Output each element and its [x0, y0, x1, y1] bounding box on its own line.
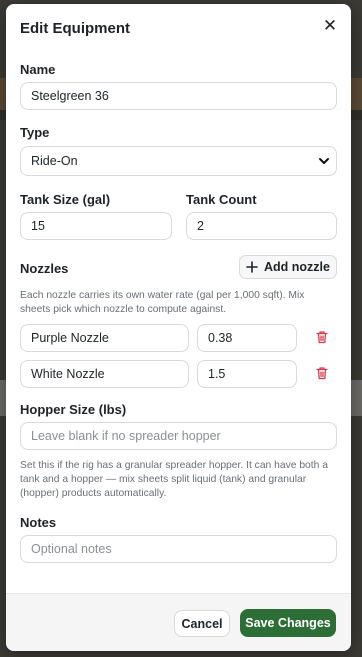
trash-icon[interactable] — [315, 366, 329, 380]
tank-count-label: Tank Count — [186, 192, 257, 207]
tank-size-input[interactable]: 15 — [20, 212, 172, 240]
hopper-size-label: Hopper Size (lbs) — [20, 402, 127, 417]
hopper-size-input[interactable]: Leave blank if no spreader hopper — [20, 422, 337, 450]
add-nozzle-label: Add nozzle — [264, 260, 330, 274]
close-button[interactable]: ✕ — [321, 16, 339, 34]
close-icon: ✕ — [322, 15, 338, 35]
notes-label: Notes — [20, 515, 57, 530]
tank-size-label: Tank Size (gal) — [20, 192, 111, 207]
cancel-button[interactable]: Cancel — [174, 610, 230, 637]
name-input[interactable]: Steelgreen 36 — [20, 82, 337, 110]
nozzles-help-text: Each nozzle carries its own water rate (… — [20, 290, 305, 315]
nozzle-name-input[interactable]: Purple Nozzle — [20, 324, 189, 352]
nozzle-rate-input[interactable]: 0.38 — [197, 324, 297, 352]
notes-input[interactable]: Optional notes — [20, 535, 337, 563]
add-nozzle-button[interactable]: Add nozzle — [239, 255, 337, 279]
save-changes-button[interactable]: Save Changes — [240, 609, 336, 637]
edit-equipment-modal: Edit Equipment ✕ Name Steelgreen 36 Type… — [6, 4, 351, 651]
plus-icon — [246, 261, 258, 273]
nozzle-rate-input[interactable]: 1.5 — [197, 360, 297, 388]
tank-count-input[interactable]: 2 — [186, 212, 337, 240]
nozzle-name-input[interactable]: White Nozzle — [20, 360, 189, 388]
type-label: Type — [20, 125, 50, 140]
nozzles-label: Nozzles — [20, 261, 69, 276]
type-select-value: Ride-On — [31, 154, 78, 168]
type-select[interactable]: Ride-On — [20, 146, 337, 176]
modal-title: Edit Equipment — [20, 20, 130, 37]
hopper-help-text: Set this if the rig has a granular sprea… — [20, 460, 328, 499]
trash-icon[interactable] — [315, 330, 329, 344]
chevron-down-icon — [319, 158, 329, 164]
name-label: Name — [20, 62, 56, 77]
